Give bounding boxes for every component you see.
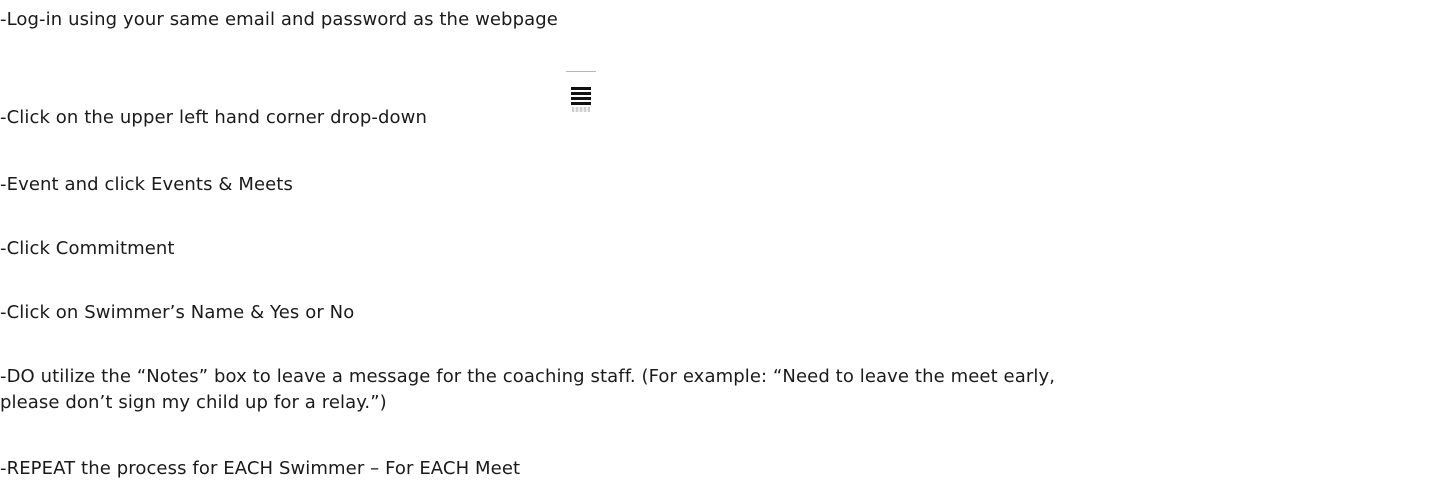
- instruction-repeat: -REPEAT the process for EACH Swimmer – F…: [0, 458, 521, 479]
- instruction-commitment: -Click Commitment: [0, 238, 175, 259]
- instruction-dropdown: -Click on the upper left hand corner dro…: [0, 107, 427, 128]
- instruction-swimmer-name: -Click on Swimmer’s Name & Yes or No: [0, 302, 355, 323]
- instruction-events: -Event and click Events & Meets: [0, 174, 293, 195]
- instruction-document: -Log-in using your same email and passwo…: [0, 0, 1442, 489]
- instruction-notes-line2: please don’t sign my child up for a rela…: [0, 392, 387, 413]
- instruction-login: -Log-in using your same email and passwo…: [0, 9, 558, 30]
- instruction-notes-line1: -DO utilize the “Notes” box to leave a m…: [0, 366, 1056, 387]
- hamburger-menu-icon: [566, 71, 596, 123]
